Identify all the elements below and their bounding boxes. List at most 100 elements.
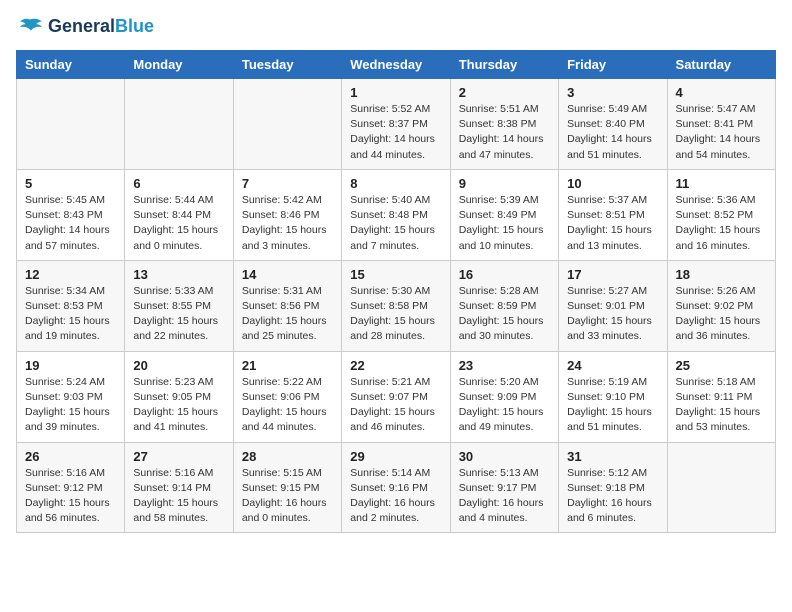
day-number: 21 [242,358,333,373]
day-number: 10 [567,176,658,191]
calendar-cell-w5-d6: 31 Sunrise: 5:12 AM Sunset: 9:18 PM Dayli… [559,442,667,533]
calendar-cell-w3-d2: 13 Sunrise: 5:33 AM Sunset: 8:55 PM Dayli… [125,260,233,351]
calendar-cell-w5-d4: 29 Sunrise: 5:14 AM Sunset: 9:16 PM Dayli… [342,442,450,533]
calendar-cell-w1-d7: 4 Sunrise: 5:47 AM Sunset: 8:41 PM Daylig… [667,79,775,170]
logo-text: GeneralBlue [48,17,154,37]
week-row-3: 12 Sunrise: 5:34 AM Sunset: 8:53 PM Dayli… [17,260,776,351]
day-number: 16 [459,267,550,282]
day-number: 30 [459,449,550,464]
cell-info: Sunrise: 5:18 AM Sunset: 9:11 PM Dayligh… [676,375,767,436]
day-number: 22 [350,358,441,373]
cell-info: Sunrise: 5:27 AM Sunset: 9:01 PM Dayligh… [567,284,658,345]
calendar-cell-w4-d5: 23Sunrise: 5:20 AM Sunset: 9:09 PM Dayli… [450,351,558,442]
calendar-cell-w2-d3: 7 Sunrise: 5:42 AM Sunset: 8:46 PM Daylig… [233,169,341,260]
day-number: 14 [242,267,333,282]
calendar-cell-w3-d7: 18 Sunrise: 5:26 AM Sunset: 9:02 PM Dayli… [667,260,775,351]
header-friday: Friday [559,51,667,79]
logo-bird-icon [16,16,44,38]
day-number: 24 [567,358,658,373]
calendar-header-row: SundayMondayTuesdayWednesdayThursdayFrid… [17,51,776,79]
cell-info: Sunrise: 5:33 AM Sunset: 8:55 PM Dayligh… [133,284,224,345]
day-number: 19 [25,358,116,373]
week-row-5: 26 Sunrise: 5:16 AM Sunset: 9:12 PM Dayli… [17,442,776,533]
calendar-cell-w2-d1: 5 Sunrise: 5:45 AM Sunset: 8:43 PM Daylig… [17,169,125,260]
cell-info: Sunrise: 5:26 AM Sunset: 9:02 PM Dayligh… [676,284,767,345]
day-number: 2 [459,85,550,100]
header-wednesday: Wednesday [342,51,450,79]
calendar-cell-w1-d3 [233,79,341,170]
day-number: 29 [350,449,441,464]
calendar-cell-w1-d1 [17,79,125,170]
cell-info: Sunrise: 5:42 AM Sunset: 8:46 PM Dayligh… [242,193,333,254]
cell-info: Sunrise: 5:16 AM Sunset: 9:12 PM Dayligh… [25,466,116,527]
day-number: 31 [567,449,658,464]
cell-info: Sunrise: 5:15 AM Sunset: 9:15 PM Dayligh… [242,466,333,527]
cell-info: Sunrise: 5:14 AM Sunset: 9:16 PM Dayligh… [350,466,441,527]
calendar-cell-w4-d1: 19Sunrise: 5:24 AM Sunset: 9:03 PM Dayli… [17,351,125,442]
calendar-cell-w4-d6: 24Sunrise: 5:19 AM Sunset: 9:10 PM Dayli… [559,351,667,442]
calendar-cell-w5-d3: 28 Sunrise: 5:15 AM Sunset: 9:15 PM Dayli… [233,442,341,533]
cell-info: Sunrise: 5:30 AM Sunset: 8:58 PM Dayligh… [350,284,441,345]
calendar-cell-w3-d3: 14 Sunrise: 5:31 AM Sunset: 8:56 PM Dayli… [233,260,341,351]
calendar-cell-w2-d2: 6 Sunrise: 5:44 AM Sunset: 8:44 PM Daylig… [125,169,233,260]
day-number: 25 [676,358,767,373]
header-saturday: Saturday [667,51,775,79]
calendar-cell-w5-d7 [667,442,775,533]
cell-info: Sunrise: 5:13 AM Sunset: 9:17 PM Dayligh… [459,466,550,527]
calendar-cell-w4-d3: 21 Sunrise: 5:22 AM Sunset: 9:06 PM Dayli… [233,351,341,442]
week-row-2: 5 Sunrise: 5:45 AM Sunset: 8:43 PM Daylig… [17,169,776,260]
cell-info: Sunrise: 5:47 AM Sunset: 8:41 PM Dayligh… [676,102,767,163]
calendar-cell-w3-d1: 12 Sunrise: 5:34 AM Sunset: 8:53 PM Dayli… [17,260,125,351]
day-number: 1 [350,85,441,100]
header-sunday: Sunday [17,51,125,79]
calendar-cell-w3-d5: 16 Sunrise: 5:28 AM Sunset: 8:59 PM Dayli… [450,260,558,351]
day-number: 20 [133,358,224,373]
day-number: 3 [567,85,658,100]
calendar-cell-w1-d5: 2 Sunrise: 5:51 AM Sunset: 8:38 PM Daylig… [450,79,558,170]
day-number: 5 [25,176,116,191]
calendar-cell-w3-d6: 17 Sunrise: 5:27 AM Sunset: 9:01 PM Dayli… [559,260,667,351]
calendar-table: SundayMondayTuesdayWednesdayThursdayFrid… [16,50,776,533]
cell-info: Sunrise: 5:40 AM Sunset: 8:48 PM Dayligh… [350,193,441,254]
calendar-cell-w1-d4: 1Sunrise: 5:52 AM Sunset: 8:37 PM Daylig… [342,79,450,170]
calendar-cell-w2-d4: 8 Sunrise: 5:40 AM Sunset: 8:48 PM Daylig… [342,169,450,260]
logo: GeneralBlue [16,16,154,38]
cell-info: Sunrise: 5:49 AM Sunset: 8:40 PM Dayligh… [567,102,658,163]
day-number: 7 [242,176,333,191]
header-monday: Monday [125,51,233,79]
calendar-cell-w2-d5: 9Sunrise: 5:39 AM Sunset: 8:49 PM Daylig… [450,169,558,260]
day-number: 28 [242,449,333,464]
day-number: 18 [676,267,767,282]
day-number: 4 [676,85,767,100]
cell-info: Sunrise: 5:28 AM Sunset: 8:59 PM Dayligh… [459,284,550,345]
page-header: GeneralBlue [16,16,776,38]
day-number: 11 [676,176,767,191]
day-number: 17 [567,267,658,282]
day-number: 23 [459,358,550,373]
cell-info: Sunrise: 5:22 AM Sunset: 9:06 PM Dayligh… [242,375,333,436]
day-number: 9 [459,176,550,191]
week-row-4: 19Sunrise: 5:24 AM Sunset: 9:03 PM Dayli… [17,351,776,442]
calendar-cell-w5-d2: 27Sunrise: 5:16 AM Sunset: 9:14 PM Dayli… [125,442,233,533]
calendar-cell-w4-d7: 25 Sunrise: 5:18 AM Sunset: 9:11 PM Dayli… [667,351,775,442]
calendar-cell-w4-d4: 22 Sunrise: 5:21 AM Sunset: 9:07 PM Dayli… [342,351,450,442]
day-number: 12 [25,267,116,282]
day-number: 6 [133,176,224,191]
cell-info: Sunrise: 5:31 AM Sunset: 8:56 PM Dayligh… [242,284,333,345]
cell-info: Sunrise: 5:21 AM Sunset: 9:07 PM Dayligh… [350,375,441,436]
day-number: 26 [25,449,116,464]
cell-info: Sunrise: 5:23 AM Sunset: 9:05 PM Dayligh… [133,375,224,436]
day-number: 13 [133,267,224,282]
cell-info: Sunrise: 5:51 AM Sunset: 8:38 PM Dayligh… [459,102,550,163]
cell-info: Sunrise: 5:12 AM Sunset: 9:18 PM Dayligh… [567,466,658,527]
day-number: 27 [133,449,224,464]
cell-info: Sunrise: 5:44 AM Sunset: 8:44 PM Dayligh… [133,193,224,254]
cell-info: Sunrise: 5:45 AM Sunset: 8:43 PM Dayligh… [25,193,116,254]
day-number: 15 [350,267,441,282]
calendar-cell-w5-d5: 30 Sunrise: 5:13 AM Sunset: 9:17 PM Dayli… [450,442,558,533]
cell-info: Sunrise: 5:37 AM Sunset: 8:51 PM Dayligh… [567,193,658,254]
cell-info: Sunrise: 5:34 AM Sunset: 8:53 PM Dayligh… [25,284,116,345]
day-number: 8 [350,176,441,191]
calendar-cell-w1-d2 [125,79,233,170]
header-thursday: Thursday [450,51,558,79]
